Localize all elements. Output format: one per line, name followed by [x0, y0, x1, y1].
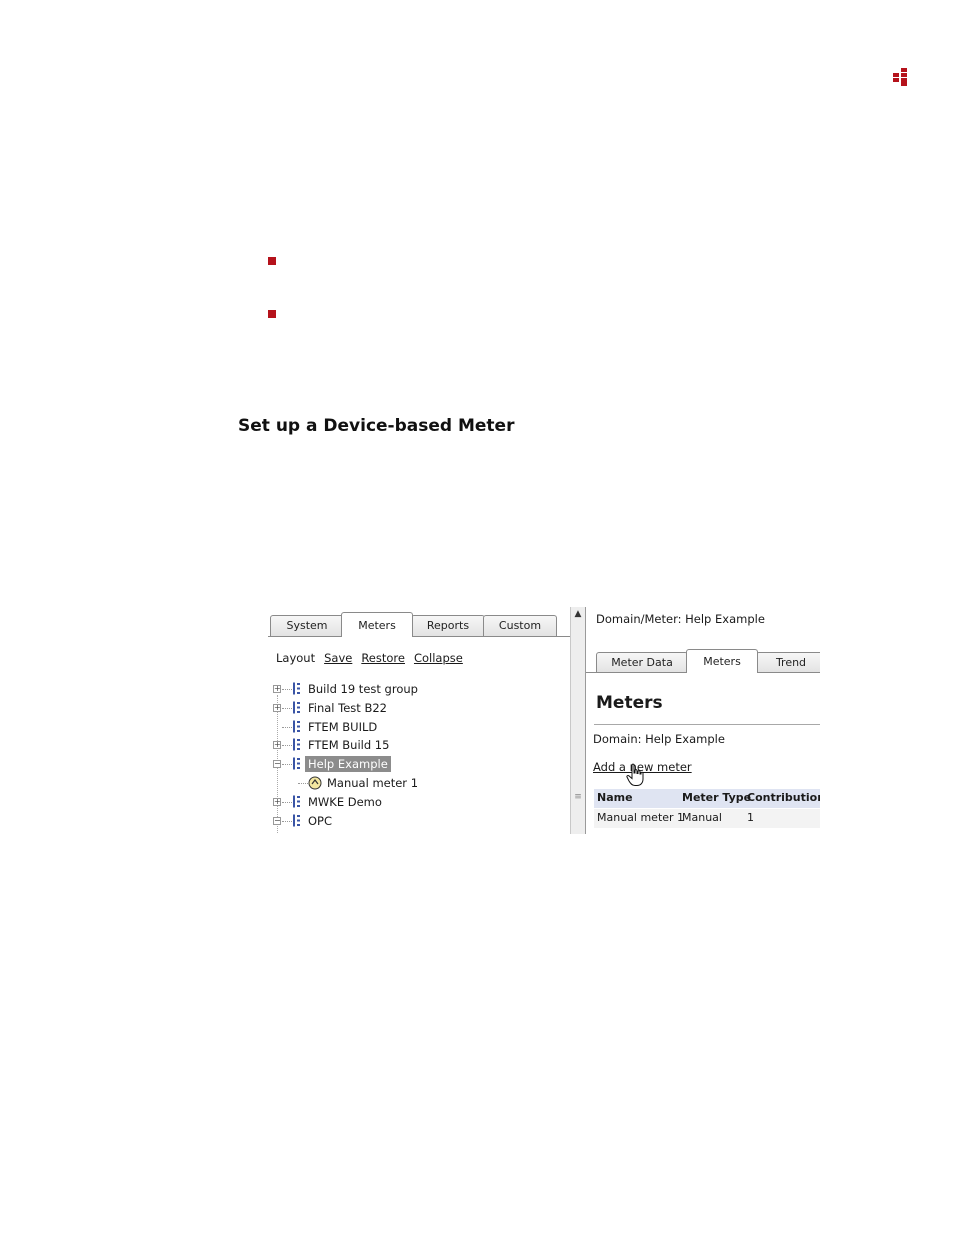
tree-item-label: Manual meter 1 [327, 776, 419, 790]
column-header-meter-type[interactable]: Meter Type [682, 791, 751, 804]
tree-item-label: OPC [308, 813, 333, 828]
navigation-pane: System Meters Reports Custom Layout Save R… [268, 607, 570, 834]
meter-group-icon [293, 720, 300, 733]
collapse-icon[interactable]: − [273, 816, 281, 825]
title-divider [594, 724, 820, 725]
app-screenshot: System Meters Reports Custom Layout Save R… [268, 607, 820, 834]
cell-meter-type: Manual [682, 811, 722, 824]
layout-label: Layout [276, 651, 316, 665]
section-heading: Set up a Device-based Meter [238, 416, 515, 436]
meter-group-icon [293, 738, 300, 751]
tree-item-label: Build 19 test group [308, 682, 418, 696]
tree-item-label: Help Example [305, 756, 391, 773]
tree-connector [282, 745, 292, 747]
tabs-divider [268, 636, 570, 637]
layout-toolbar: Layout Save Restore Collapse [276, 651, 472, 665]
hand-cursor-icon [626, 763, 644, 786]
tree-item[interactable]: + Build 19 test group [268, 680, 568, 698]
tab-trend[interactable]: Trend [756, 652, 820, 672]
square-bullet [268, 310, 276, 318]
tree-item[interactable]: − Help Example [268, 755, 568, 773]
cell-contribution: 1 [747, 811, 754, 824]
cell-name: Manual meter 1 [597, 811, 685, 824]
tree-item[interactable]: Manual meter 1 [268, 774, 568, 792]
expand-icon[interactable]: + [273, 797, 281, 806]
tree-item-label: Final Test B22 [308, 700, 387, 715]
content-pane: Domain/Meter: Help Example Meter Data Me… [586, 607, 820, 834]
tab-meter-data[interactable]: Meter Data [596, 652, 688, 672]
save-link[interactable]: Save [324, 651, 352, 665]
tab-reports[interactable]: Reports [411, 615, 485, 636]
tree-connector [282, 820, 292, 822]
tree-connector [282, 764, 292, 766]
tree-item[interactable]: + MWKE Demo [268, 793, 568, 811]
tree-connector [282, 707, 292, 709]
square-bullet [268, 257, 276, 265]
tree-connector [298, 783, 308, 784]
collapse-link[interactable]: Collapse [414, 651, 463, 665]
collapse-icon[interactable]: − [273, 760, 281, 769]
meter-group-icon [293, 757, 300, 770]
tree-item[interactable]: − OPC [268, 812, 568, 830]
column-header-contribution[interactable]: Contribution F [747, 791, 820, 804]
restore-link[interactable]: Restore [361, 651, 405, 665]
domain-label: Domain: Help Example [593, 732, 725, 746]
tree-connector [282, 689, 292, 690]
tab-custom[interactable]: Custom [483, 615, 557, 636]
grid-header-row: Name Meter Type Contribution F [594, 789, 820, 808]
column-header-name[interactable]: Name [597, 791, 633, 804]
manual-meter-icon [308, 776, 322, 790]
meter-group-icon [293, 795, 300, 808]
splitter-grip-icon[interactable]: ≡ [574, 793, 582, 802]
expand-icon[interactable]: + [273, 685, 281, 693]
scroll-up-icon[interactable]: ▲ [572, 608, 584, 620]
meter-group-icon [293, 814, 300, 827]
table-row[interactable]: Manual meter 1 Manual 1 [594, 809, 820, 828]
meter-group-icon [293, 701, 300, 714]
tree-item[interactable]: + Final Test B22 [268, 699, 568, 717]
tab-meters[interactable]: Meters [341, 612, 413, 637]
brand-logo-icon [893, 68, 907, 86]
expand-icon[interactable]: + [273, 703, 281, 712]
tab-system[interactable]: System [270, 615, 344, 636]
page-title: Meters [596, 693, 663, 713]
tree-connector [282, 726, 292, 728]
tree-item-label: MWKE Demo [308, 794, 382, 809]
pane-splitter[interactable]: ▲ ≡ [570, 607, 586, 834]
tab-meters-content[interactable]: Meters [686, 649, 758, 673]
tree-item-label: FTEM BUILD [308, 719, 378, 734]
meter-group-icon [293, 682, 300, 695]
expand-icon[interactable]: + [273, 741, 281, 750]
tree-item[interactable]: + FTEM Build 15 [268, 736, 568, 754]
tree-connector [282, 801, 292, 803]
tree-item[interactable]: FTEM BUILD [268, 718, 568, 736]
breadcrumb: Domain/Meter: Help Example [596, 612, 765, 626]
tree-item-label: FTEM Build 15 [308, 738, 390, 753]
